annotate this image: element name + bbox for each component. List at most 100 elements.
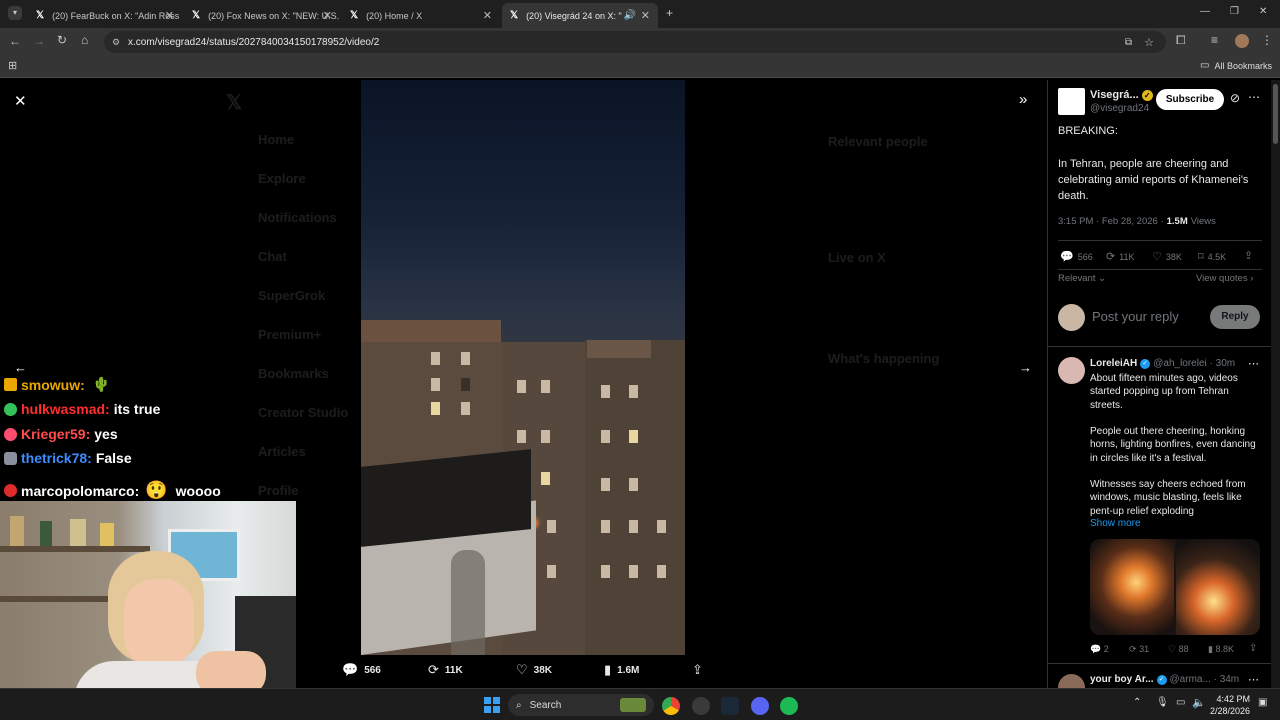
tweet-time[interactable]: 3:15 PM · Feb 28, 2026 · xyxy=(1058,216,1164,227)
chat-line: hulkwasmad: its true xyxy=(4,401,160,417)
nav-premium: Premium+ xyxy=(258,327,322,342)
discord-icon[interactable] xyxy=(751,697,769,715)
chat-message: False xyxy=(95,450,132,466)
tab-visegrad[interactable]: 𝕏 (20) Visegrád 24 on X: "BRE 🔊 ✕ xyxy=(502,3,658,28)
reply-repost-button[interactable]: ⟳ 31 xyxy=(1129,644,1149,655)
clock-time: 4:42 PM xyxy=(1216,694,1251,704)
nav-supergrok: SuperGrok xyxy=(258,288,326,303)
tab-fearbuck[interactable]: 𝕏 (20) FearBuck on X: "Adin Ross ✕ xyxy=(28,3,182,28)
window xyxy=(629,520,638,533)
video-reply-button[interactable]: 💬 566 xyxy=(342,662,381,678)
tab-close-icon[interactable]: ✕ xyxy=(323,9,332,22)
steam-icon[interactable] xyxy=(721,697,739,715)
reply-button[interactable]: Reply xyxy=(1210,305,1260,329)
new-tab-icon[interactable]: + xyxy=(666,6,673,20)
install-app-icon[interactable]: ⧉ xyxy=(1125,37,1132,48)
collapse-panel-icon[interactable]: » xyxy=(1019,91,1027,108)
tweet-meta: 3:15 PM · Feb 28, 2026 · 1.5M Views xyxy=(1058,216,1216,227)
more-options-icon[interactable]: ⋯ xyxy=(1248,357,1259,370)
video-views-button[interactable]: ▮ 1.6M xyxy=(604,662,639,678)
tab-close-icon[interactable]: ✕ xyxy=(165,9,174,22)
video-repost-button[interactable]: ⟳ 11K xyxy=(428,662,463,678)
tweet-repost-button[interactable]: ⟳ 11K xyxy=(1106,250,1135,263)
close-viewer-icon[interactable]: ✕ xyxy=(14,92,27,110)
speaker-icon[interactable]: 🔊 xyxy=(624,10,636,21)
apps-grid-icon[interactable]: ⊞ xyxy=(8,59,17,72)
reply-author[interactable]: LoreleiAH xyxy=(1090,358,1137,369)
share-icon[interactable]: ⇪ xyxy=(1249,643,1257,654)
notification-bell-icon[interactable]: ▣ xyxy=(1258,697,1267,708)
tweet-reply-button[interactable]: 💬 566 xyxy=(1060,250,1093,263)
reload-icon[interactable]: ↻ xyxy=(57,33,67,47)
taskbar-clock[interactable]: 4:42 PM 2/28/2026 xyxy=(1210,693,1250,717)
divider xyxy=(1058,240,1262,241)
tab-foxnews[interactable]: 𝕏 (20) Fox News on X: "NEW: U.S. ✕ xyxy=(184,3,340,28)
video-share-button[interactable]: ⇪ xyxy=(692,662,709,678)
window xyxy=(657,565,666,578)
app-icon[interactable] xyxy=(692,697,710,715)
reply2-handle[interactable]: @arma... · 34m xyxy=(1170,674,1240,685)
restore-icon[interactable]: ❐ xyxy=(1230,6,1239,17)
video-like-button[interactable]: ♡ 38K xyxy=(516,662,552,678)
site-info-icon[interactable]: ⚙ xyxy=(112,37,120,48)
profile-avatar[interactable] xyxy=(1235,34,1249,48)
reply-handle[interactable]: @ah_lorelei · 30m xyxy=(1153,358,1235,369)
relevant-people-header: Relevant people xyxy=(828,134,928,149)
next-media-icon[interactable]: → xyxy=(1019,360,1032,375)
reply-input[interactable]: Post your reply xyxy=(1092,309,1179,324)
back-icon[interactable]: ← xyxy=(9,34,21,48)
grok-icon[interactable]: ⊘ xyxy=(1230,91,1240,105)
home-icon[interactable]: ⌂ xyxy=(81,33,88,47)
tab-search-icon[interactable]: ▾ xyxy=(8,6,22,20)
tab-close-icon[interactable]: ✕ xyxy=(641,9,650,22)
tweet-handle[interactable]: @visegrad24 xyxy=(1090,103,1149,114)
taskbar-search[interactable]: ⌕ Search xyxy=(508,694,654,716)
divider xyxy=(1048,346,1271,347)
url-field[interactable]: ⚙ x.com/visegrad24/status/20278400341501… xyxy=(104,31,1166,53)
bookmark-star-icon[interactable]: ☆ xyxy=(1144,36,1154,49)
window-close-icon[interactable]: ✕ xyxy=(1259,6,1267,17)
page-scrollbar[interactable] xyxy=(1271,80,1280,688)
minimize-icon[interactable]: — xyxy=(1200,6,1210,17)
chrome-icon[interactable] xyxy=(662,697,680,715)
reply-reply-button[interactable]: 💬 2 xyxy=(1090,644,1109,655)
share-icon[interactable]: ⇪ xyxy=(1244,249,1253,262)
media-controls-icon[interactable]: ≡ xyxy=(1211,33,1218,47)
forward-icon[interactable]: → xyxy=(33,34,45,48)
previous-media-icon[interactable]: ← xyxy=(14,360,27,375)
tray-chevron-icon[interactable]: ⌃ xyxy=(1133,697,1141,708)
volume-icon[interactable]: 🔈 xyxy=(1192,696,1206,709)
tweet-like-button[interactable]: ♡ 38K xyxy=(1152,250,1182,263)
tweet-author[interactable]: Visegrá... ✓ xyxy=(1090,89,1153,101)
tweet-bookmark-button[interactable]: ⌑ 4.5K xyxy=(1198,250,1226,263)
figurine xyxy=(40,521,52,546)
reply2-author[interactable]: your boy Ar... xyxy=(1090,674,1154,685)
scrollbar-thumb[interactable] xyxy=(1273,84,1278,144)
all-bookmarks-button[interactable]: ▭ All Bookmarks xyxy=(1200,60,1272,71)
tab-close-icon[interactable]: ✕ xyxy=(483,9,492,22)
reply-like-button[interactable]: ♡ 88 xyxy=(1168,644,1189,655)
view-quotes-link[interactable]: View quotes › xyxy=(1196,273,1253,284)
subscribe-button[interactable]: Subscribe xyxy=(1156,89,1224,110)
window xyxy=(601,385,610,398)
microphone-icon[interactable]: 🎙 xyxy=(1156,697,1169,708)
more-options-icon[interactable]: ⋯ xyxy=(1248,673,1259,686)
tab-home[interactable]: 𝕏 (20) Home / X ✕ xyxy=(342,3,500,28)
reply-views-button[interactable]: ▮ 8.8K xyxy=(1208,644,1234,655)
visegrad-avatar[interactable] xyxy=(1058,88,1085,115)
lorelei-avatar[interactable] xyxy=(1058,357,1085,384)
sort-replies-dropdown[interactable]: Relevant ⌄ xyxy=(1058,273,1106,284)
start-windows-icon[interactable] xyxy=(484,697,500,713)
video-player[interactable] xyxy=(361,80,685,655)
tweet-views-count: 1.5M xyxy=(1166,216,1188,227)
whats-happening-header: What's happening xyxy=(828,351,940,366)
show-more-link[interactable]: Show more xyxy=(1090,518,1141,529)
start-tile xyxy=(484,706,491,713)
reply2-avatar[interactable] xyxy=(1058,674,1085,688)
reply-media[interactable] xyxy=(1090,539,1260,635)
network-icon[interactable]: ▭ xyxy=(1176,697,1185,708)
menu-kebab-icon[interactable]: ⋮ xyxy=(1261,33,1273,47)
more-options-icon[interactable]: ⋯ xyxy=(1248,90,1260,104)
extensions-icon[interactable]: ⧠ xyxy=(1176,33,1186,48)
spotify-icon[interactable] xyxy=(780,697,798,715)
